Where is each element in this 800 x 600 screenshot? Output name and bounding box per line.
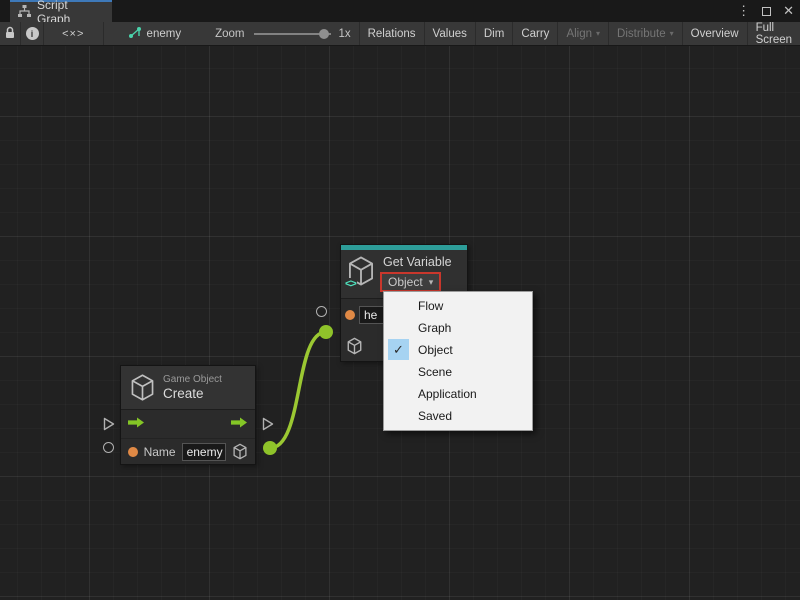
distribute-button: Distribute ▾	[608, 22, 682, 45]
create-gameobject-node[interactable]: Game Object Create Name enemy	[120, 365, 256, 465]
node-title: Get Variable	[380, 255, 452, 269]
inspect-button[interactable]: i	[21, 22, 44, 45]
menu-item-saved[interactable]: Saved	[384, 405, 532, 427]
getvariable-object-port-connected	[319, 325, 333, 339]
carry-button[interactable]: Carry	[512, 22, 557, 45]
menu-item-scene[interactable]: Scene	[384, 361, 532, 383]
full-screen-button[interactable]: Full Screen	[747, 22, 800, 45]
window-menu-icon[interactable]: ⋮	[737, 3, 750, 19]
menu-item-flow[interactable]: Flow	[384, 295, 532, 317]
variables-button[interactable]: <×>	[44, 22, 104, 45]
variable-scope-dropdown[interactable]: Object ▾	[380, 272, 441, 292]
zoom-slider[interactable]	[254, 22, 331, 45]
lock-icon	[4, 26, 16, 42]
zoom-value: 1x	[338, 22, 350, 45]
tab-bar: Script Graph ⋮ ✕	[0, 0, 800, 22]
chevron-down-icon: ▾	[596, 29, 600, 38]
lock-button[interactable]	[0, 22, 21, 45]
string-port-dot[interactable]	[345, 310, 355, 320]
values-button[interactable]: Values	[424, 22, 475, 45]
window-controls: ⋮ ✕	[737, 0, 794, 22]
graph-breadcrumb[interactable]: enemy	[128, 22, 182, 45]
zoom-slider-handle[interactable]	[319, 29, 329, 39]
maximize-icon[interactable]	[762, 7, 771, 16]
code-brackets-icon: <×>	[62, 28, 84, 40]
create-node-body: Name enemy	[121, 409, 255, 464]
graph-hierarchy-icon	[18, 5, 31, 20]
script-graph-window: Script Graph ⋮ ✕ i <×>	[0, 0, 800, 600]
chevron-down-icon: ▾	[429, 277, 434, 288]
menu-item-application[interactable]: Application	[384, 383, 532, 405]
node-title: Create	[163, 386, 222, 401]
graph-canvas[interactable]: <> Get Variable Object ▾ he	[0, 46, 800, 600]
zoom-label: Zoom	[215, 22, 244, 45]
create-node-header: Game Object Create	[121, 366, 255, 409]
align-button: Align ▾	[557, 22, 608, 45]
gameobject-port-cube-icon[interactable]	[346, 337, 363, 355]
toolbar-right-buttons: Relations Values Dim Carry Align ▾ Distr…	[359, 22, 800, 45]
gameobject-cube-icon	[129, 373, 156, 402]
name-input-field[interactable]: enemy	[182, 443, 226, 461]
relations-button[interactable]: Relations	[359, 22, 424, 45]
node-category: Game Object	[163, 374, 222, 385]
create-output-port-connected	[263, 441, 277, 455]
flow-out-arrow-icon[interactable]	[231, 415, 248, 433]
dim-button[interactable]: Dim	[475, 22, 512, 45]
menu-item-graph[interactable]: Graph	[384, 317, 532, 339]
variable-scope-menu: Flow Graph ✓ Object Scene Application Sa…	[383, 291, 533, 431]
graph-node-icon	[128, 26, 142, 42]
chevron-down-icon: ▾	[670, 29, 674, 38]
tab-script-graph[interactable]: Script Graph	[10, 0, 112, 22]
variable-cube-icon: <>	[346, 255, 376, 289]
create-name-input-port[interactable]	[103, 442, 114, 453]
menu-item-object[interactable]: ✓ Object	[384, 339, 532, 361]
getvariable-name-input-port[interactable]	[316, 306, 327, 317]
close-icon[interactable]: ✕	[783, 3, 794, 19]
create-flow-out-port[interactable]	[262, 417, 274, 436]
breadcrumb-graph-name: enemy	[147, 28, 182, 40]
graph-toolbar: i <×> enemy Zoom 1x Relations Values Dim…	[0, 22, 800, 46]
name-param-label: Name	[144, 445, 176, 459]
check-icon: ✓	[388, 339, 409, 360]
info-icon: i	[26, 27, 39, 40]
string-port-dot[interactable]	[128, 447, 138, 457]
flow-in-arrow-icon[interactable]	[128, 415, 145, 433]
overview-button[interactable]: Overview	[682, 22, 747, 45]
create-flow-in-port[interactable]	[103, 417, 115, 436]
code-brackets-glyph: <>	[344, 278, 357, 290]
gameobject-output-cube-icon	[232, 443, 248, 460]
